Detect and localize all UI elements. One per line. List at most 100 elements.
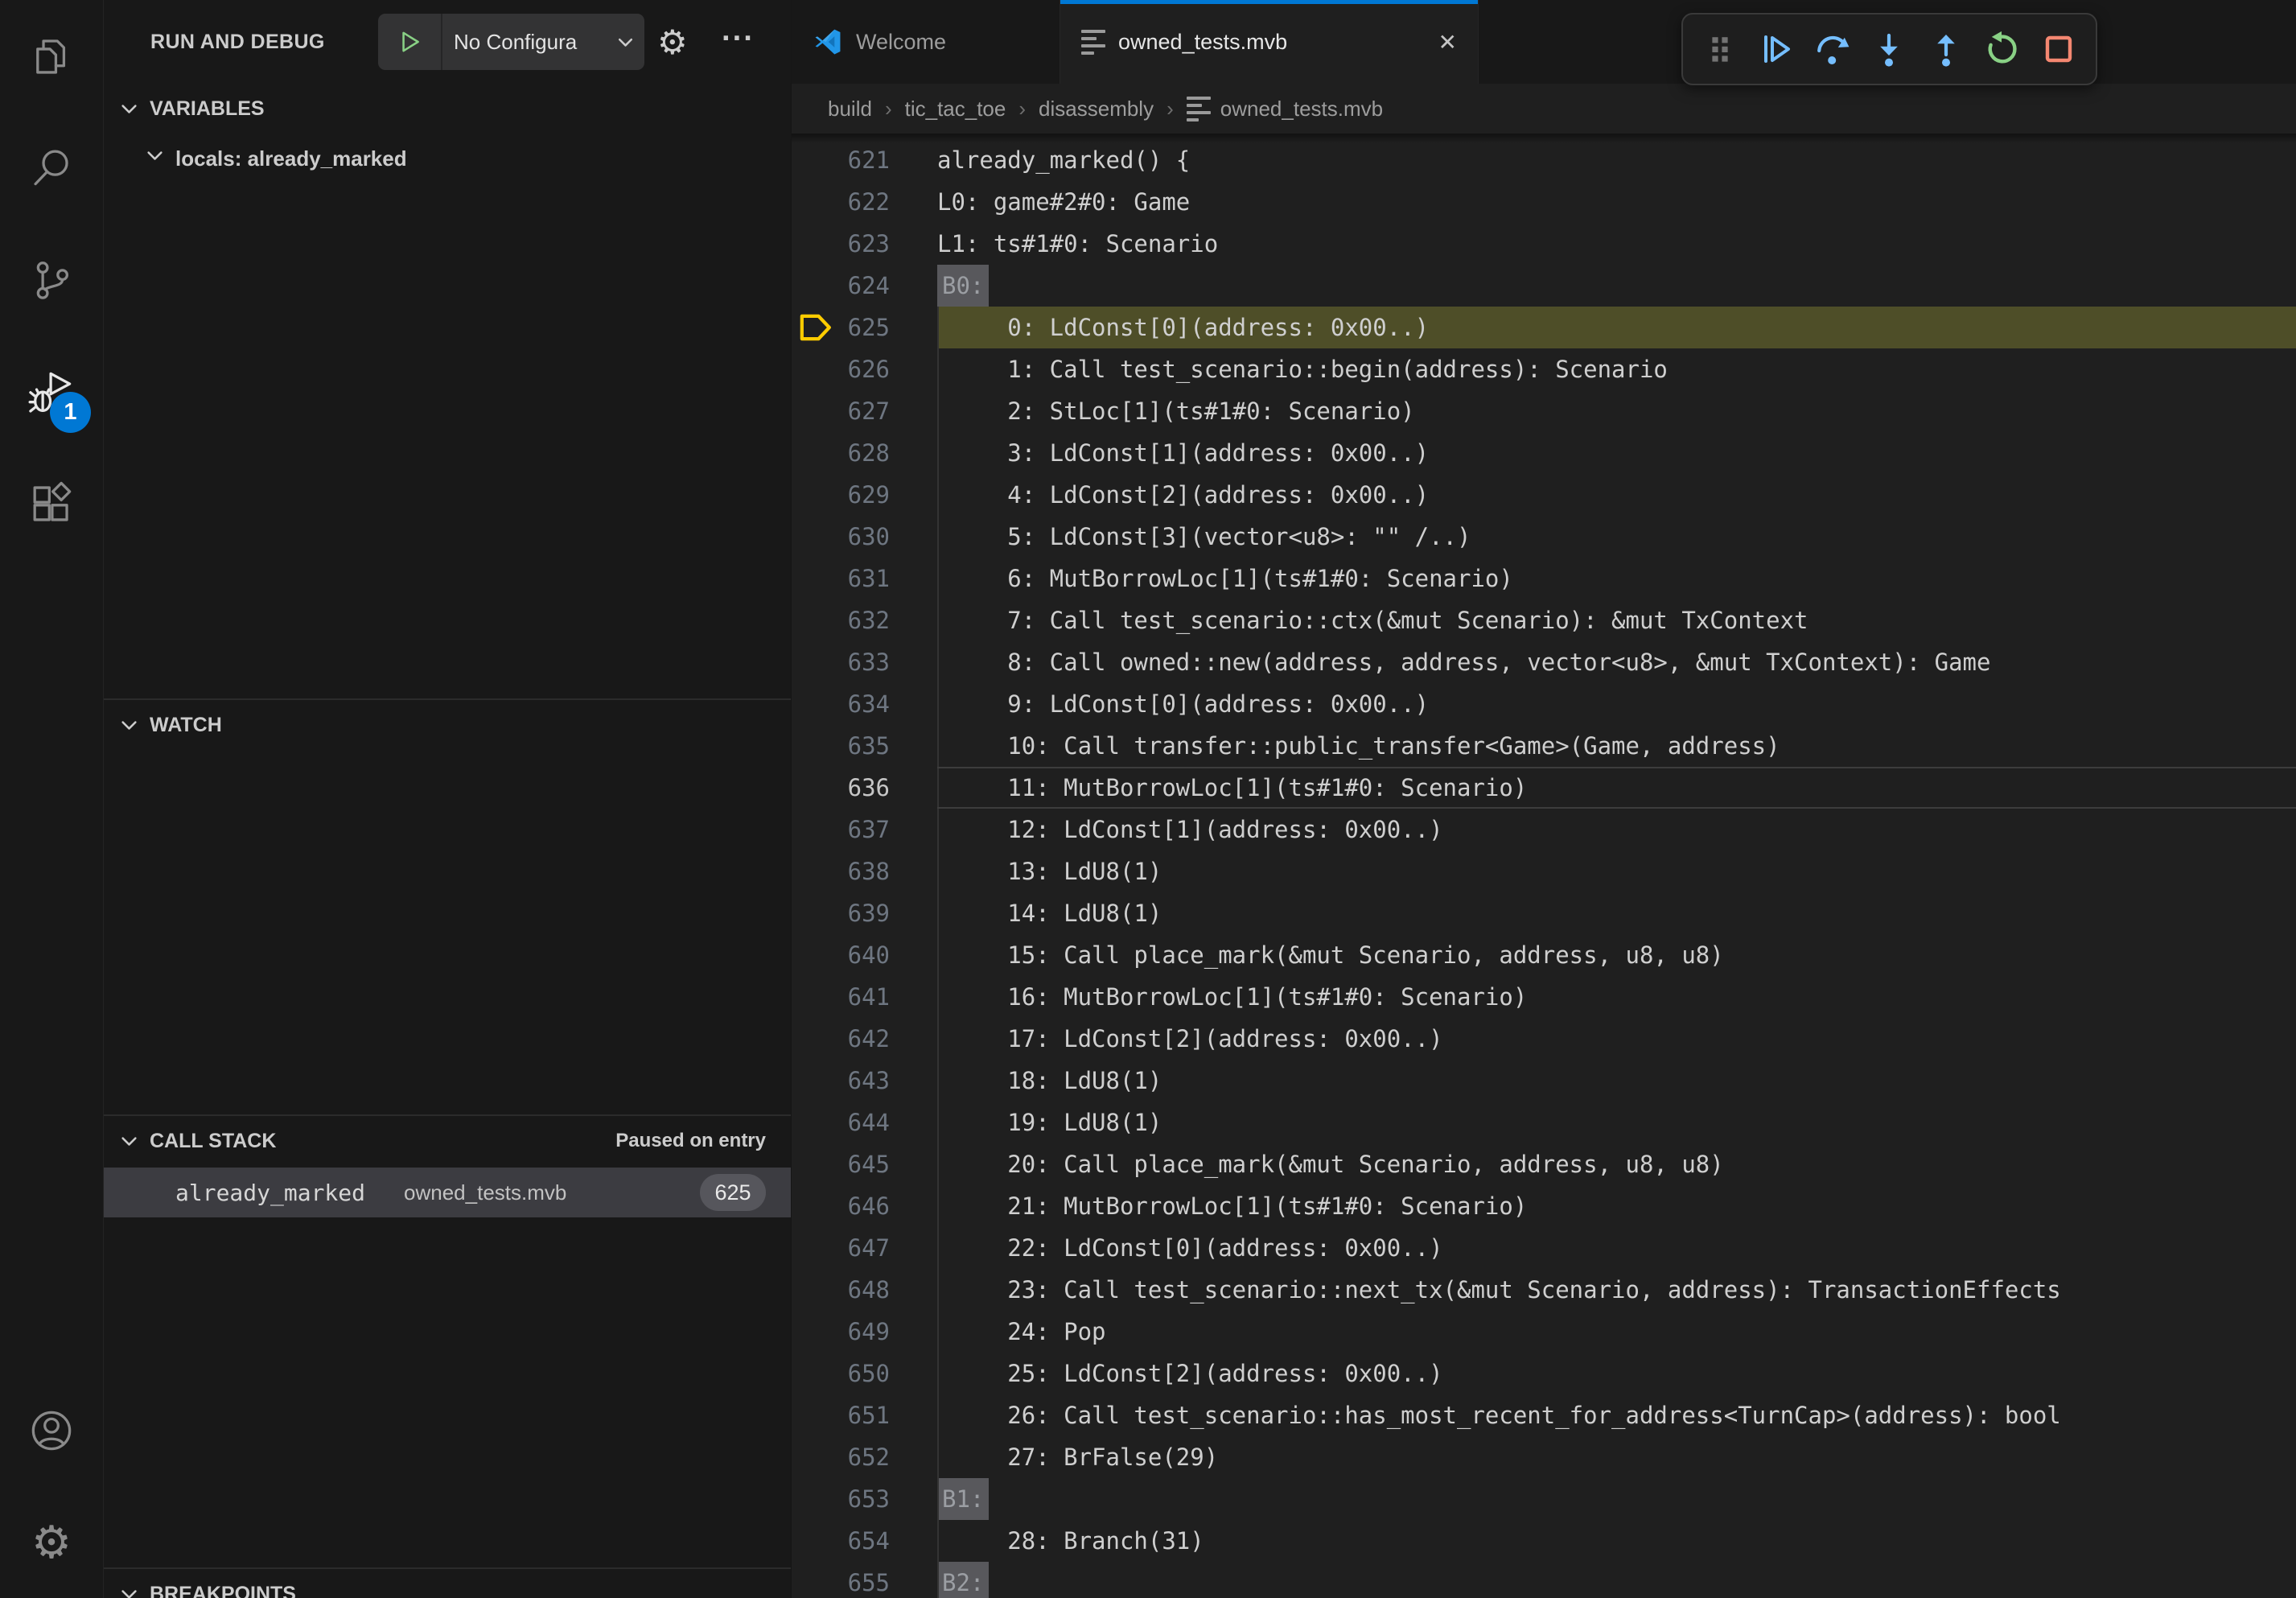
gutter-line-626[interactable]: 626 [792,348,937,390]
gutter-line-651[interactable]: 651 [792,1394,937,1436]
activity-item-settings[interactable]: ⚙ [0,1486,103,1598]
views-more-actions-icon[interactable]: ··· [722,0,755,77]
code-line-646[interactable]: 646 21: MutBorrowLoc[1](ts#1#0: Scenario… [792,1185,2296,1227]
code-line-652[interactable]: 652 27: BrFalse(29) [792,1436,2296,1478]
code-line-644[interactable]: 644 19: LdU8(1) [792,1102,2296,1143]
step-out-button[interactable] [1920,19,1972,80]
code-line-642[interactable]: 642 17: LdConst[2](address: 0x00..) [792,1018,2296,1060]
gutter-line-625[interactable]: 625 [792,307,937,348]
gutter-line-627[interactable]: 627 [792,390,937,432]
gutter-line-647[interactable]: 647 [792,1227,937,1269]
code-line-655[interactable]: 655B2: [792,1562,2296,1598]
call-stack-section-header[interactable]: CALL STACK Paused on entry [104,1116,791,1166]
breadcrumb-item-build[interactable]: build [828,97,872,121]
gutter-line-645[interactable]: 645 [792,1143,937,1185]
gutter-line-621[interactable]: 621 [792,139,937,181]
variables-section-header[interactable]: VARIABLES [104,84,791,134]
activity-item-explorer[interactable] [0,0,103,112]
code-line-637[interactable]: 637 12: LdConst[1](address: 0x00..) [792,809,2296,850]
gutter-line-624[interactable]: 624 [792,265,937,307]
activity-item-source-control[interactable] [0,224,103,336]
gutter-line-638[interactable]: 638 [792,850,937,892]
code-line-622[interactable]: 622L0: game#2#0: Game [792,181,2296,223]
gutter-line-636[interactable]: 636 [792,767,937,809]
code-line-627[interactable]: 627 2: StLoc[1](ts#1#0: Scenario) [792,390,2296,432]
code-line-636[interactable]: 636 11: MutBorrowLoc[1](ts#1#0: Scenario… [792,767,2296,809]
activity-item-extensions[interactable] [0,447,103,559]
restart-button[interactable] [1977,19,2028,80]
gutter-line-639[interactable]: 639 [792,892,937,934]
step-over-button[interactable] [1807,19,1858,80]
gutter-line-641[interactable]: 641 [792,976,937,1018]
code-line-648[interactable]: 648 23: Call test_scenario::next_tx(&mut… [792,1269,2296,1311]
code-line-653[interactable]: 653B1: [792,1478,2296,1520]
gutter-line-644[interactable]: 644 [792,1102,937,1143]
gutter-line-654[interactable]: 654 [792,1520,937,1562]
code-line-634[interactable]: 634 9: LdConst[0](address: 0x00..) [792,683,2296,725]
close-tab-icon[interactable]: ✕ [1438,29,1457,56]
activity-item-search[interactable] [0,112,103,224]
code-line-628[interactable]: 628 3: LdConst[1](address: 0x00..) [792,432,2296,474]
code-line-640[interactable]: 640 15: Call place_mark(&mut Scenario, a… [792,934,2296,976]
breakpoints-section-header[interactable]: BREAKPOINTS [104,1569,791,1598]
code-line-630[interactable]: 630 5: LdConst[3](vector<u8>: "" /..) [792,516,2296,558]
gutter-line-652[interactable]: 652 [792,1436,937,1478]
tab-welcome[interactable]: Welcome [792,0,1060,84]
gutter-line-650[interactable]: 650 [792,1353,937,1394]
activity-item-run-and-debug[interactable]: 1 [0,336,103,447]
gutter-line-628[interactable]: 628 [792,432,937,474]
code-line-647[interactable]: 647 22: LdConst[0](address: 0x00..) [792,1227,2296,1269]
gutter-line-631[interactable]: 631 [792,558,937,599]
code-line-633[interactable]: 633 8: Call owned::new(address, address,… [792,641,2296,683]
code-line-631[interactable]: 631 6: MutBorrowLoc[1](ts#1#0: Scenario) [792,558,2296,599]
gutter-line-655[interactable]: 655 [792,1562,937,1598]
code-line-641[interactable]: 641 16: MutBorrowLoc[1](ts#1#0: Scenario… [792,976,2296,1018]
stack-frame-row[interactable]: already_marked owned_tests.mvb 625 [104,1168,791,1217]
gutter-line-649[interactable]: 649 [792,1311,937,1353]
gutter-line-640[interactable]: 640 [792,934,937,976]
watch-section-header[interactable]: WATCH [104,700,791,750]
code-line-623[interactable]: 623L1: ts#1#0: Scenario [792,223,2296,265]
code-line-626[interactable]: 626 1: Call test_scenario::begin(address… [792,348,2296,390]
gutter-line-653[interactable]: 653 [792,1478,937,1520]
gutter-line-633[interactable]: 633 [792,641,937,683]
gutter-line-643[interactable]: 643 [792,1060,937,1102]
code-line-651[interactable]: 651 26: Call test_scenario::has_most_rec… [792,1394,2296,1436]
continue-button[interactable] [1751,19,1802,80]
gutter-line-635[interactable]: 635 [792,725,937,767]
step-into-button[interactable] [1863,19,1915,80]
gutter-line-629[interactable]: 629 [792,474,937,516]
activity-item-account[interactable] [0,1374,103,1486]
breadcrumb-item-disassembly[interactable]: disassembly [1039,97,1154,121]
start-debugging-button[interactable] [378,14,442,70]
code-line-645[interactable]: 645 20: Call place_mark(&mut Scenario, a… [792,1143,2296,1185]
locals-scope-row[interactable]: locals: already_marked [104,134,791,183]
breadcrumb-item-tic-tac-toe[interactable]: tic_tac_toe [905,97,1006,121]
gutter-line-622[interactable]: 622 [792,181,937,223]
code-line-621[interactable]: 621already_marked() { [792,139,2296,181]
breadcrumb-item-file[interactable]: owned_tests.mvb [1187,94,1383,123]
stop-button[interactable] [2033,19,2084,80]
gutter-line-648[interactable]: 648 [792,1269,937,1311]
code-line-643[interactable]: 643 18: LdU8(1) [792,1060,2296,1102]
code-line-639[interactable]: 639 14: LdU8(1) [792,892,2296,934]
tab-owned-tests[interactable]: owned_tests.mvb ✕ [1060,0,1479,84]
code-line-624[interactable]: 624B0: [792,265,2296,307]
code-line-635[interactable]: 635 10: Call transfer::public_transfer<G… [792,725,2296,767]
gutter-line-637[interactable]: 637 [792,809,937,850]
debug-settings-gear-icon[interactable]: ⚙ [657,0,688,84]
code-line-650[interactable]: 650 25: LdConst[2](address: 0x00..) [792,1353,2296,1394]
gutter-line-634[interactable]: 634 [792,683,937,725]
launch-configuration-dropdown[interactable]: No Configura [378,14,644,70]
gutter-line-642[interactable]: 642 [792,1018,937,1060]
gutter-line-646[interactable]: 646 [792,1185,937,1227]
code-line-649[interactable]: 649 24: Pop [792,1311,2296,1353]
code-line-625[interactable]: 625 0: LdConst[0](address: 0x00..) [792,307,2296,348]
debug-toolbar-drag-handle[interactable] [1694,19,1746,80]
code-line-629[interactable]: 629 4: LdConst[2](address: 0x00..) [792,474,2296,516]
gutter-line-632[interactable]: 632 [792,599,937,641]
gutter-line-630[interactable]: 630 [792,516,937,558]
code-line-638[interactable]: 638 13: LdU8(1) [792,850,2296,892]
gutter-line-623[interactable]: 623 [792,223,937,265]
code-line-632[interactable]: 632 7: Call test_scenario::ctx(&mut Scen… [792,599,2296,641]
